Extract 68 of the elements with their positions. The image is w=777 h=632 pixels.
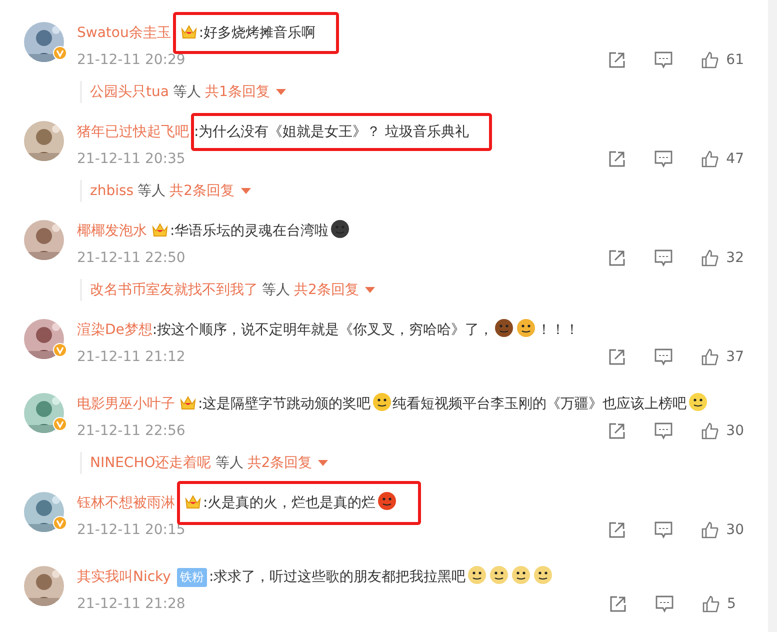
reply-others: 等人 bbox=[138, 182, 166, 200]
reply-user[interactable]: 公园头只tua bbox=[90, 83, 169, 101]
comment-time: 21-12-11 22:50 bbox=[77, 250, 186, 266]
share-icon[interactable] bbox=[608, 348, 626, 366]
user-name[interactable]: Swatou余圭玉 bbox=[77, 24, 171, 42]
share-icon[interactable] bbox=[608, 51, 626, 69]
comment-time: 21-12-11 21:12 bbox=[77, 349, 186, 365]
comment-text: :为什么没有《姐就是女王》？ 垃圾音乐典礼 bbox=[194, 123, 470, 141]
like-icon[interactable] bbox=[702, 595, 720, 613]
comment-text: :华语乐坛的灵魂在台湾啦 bbox=[170, 222, 329, 240]
comment-text: 纯看短视频平台李玉刚的《万疆》也应该上榜吧 bbox=[392, 395, 687, 413]
comment-text: ！！！ bbox=[537, 321, 580, 339]
comment-text: :好多烧烤摊音乐啊 bbox=[198, 24, 316, 42]
caret-icon[interactable] bbox=[318, 460, 328, 466]
comment-text: :火是真的火，烂也是真的烂 bbox=[203, 494, 376, 512]
share-icon[interactable] bbox=[608, 150, 626, 168]
like-icon[interactable] bbox=[701, 348, 720, 366]
user-name[interactable]: 椰椰发泡水 bbox=[77, 222, 147, 240]
comment-icon[interactable] bbox=[654, 51, 674, 69]
like-icon[interactable] bbox=[701, 521, 720, 539]
reply-others: 等人 bbox=[172, 83, 201, 101]
like-icon[interactable] bbox=[701, 422, 720, 440]
comment-icon[interactable] bbox=[654, 150, 674, 168]
reply-user[interactable]: NINECHO还走着呢 bbox=[90, 454, 212, 472]
reply-count-link[interactable]: 共2条回复 bbox=[294, 281, 359, 299]
comment-text: :求求了，听过这些歌的朋友都把我拉黑吧 bbox=[208, 568, 466, 586]
like-count: 30 bbox=[726, 423, 744, 439]
comment-icon[interactable] bbox=[654, 348, 674, 366]
like-icon[interactable] bbox=[701, 150, 720, 168]
reply-count-link[interactable]: 共2条回复 bbox=[247, 454, 312, 472]
like-count: 5 bbox=[727, 596, 737, 612]
comment-text: :这是隔壁字节跳动颁的奖吧 bbox=[198, 395, 371, 413]
like-icon[interactable] bbox=[701, 249, 720, 267]
share-icon[interactable] bbox=[608, 521, 626, 539]
reply-user[interactable]: 改名书币室友就找不到我了 bbox=[90, 281, 258, 299]
share-icon[interactable] bbox=[608, 249, 626, 267]
comment-time: 21-12-11 20:15 bbox=[77, 522, 186, 538]
reply-others: 等人 bbox=[262, 281, 290, 299]
like-count: 61 bbox=[726, 52, 744, 68]
comment-icon[interactable] bbox=[655, 595, 674, 613]
reply-others: 等人 bbox=[215, 454, 244, 472]
share-icon[interactable] bbox=[608, 422, 626, 440]
caret-icon[interactable] bbox=[276, 89, 286, 95]
reply-user[interactable]: zhbiss bbox=[90, 183, 134, 199]
comment-icon[interactable] bbox=[654, 249, 674, 267]
fan-label: 铁粉 bbox=[176, 568, 207, 586]
caret-icon[interactable] bbox=[364, 287, 375, 293]
comment-text: :按这个顺序，说不定明年就是《你叉叉，穷哈哈》了， bbox=[152, 321, 494, 339]
comment-time: 21-12-11 20:35 bbox=[77, 151, 186, 167]
user-name[interactable]: 钰林不想被雨淋 bbox=[77, 494, 175, 512]
comment-icon[interactable] bbox=[654, 422, 674, 440]
user-name[interactable]: 猪年已过快起飞吧 bbox=[77, 123, 189, 141]
reply-count-link[interactable]: 共1条回复 bbox=[204, 83, 270, 101]
like-count: 32 bbox=[726, 250, 744, 266]
like-count: 37 bbox=[726, 349, 744, 365]
user-name[interactable]: 渲染De梦想 bbox=[77, 321, 152, 339]
user-name[interactable]: 其实我叫Nicky bbox=[77, 568, 171, 586]
comment-time: 21-12-11 21:28 bbox=[77, 596, 186, 612]
like-count: 47 bbox=[726, 151, 744, 167]
reply-count-link[interactable]: 共2条回复 bbox=[170, 182, 235, 200]
user-name[interactable]: 电影男巫小叶子 bbox=[77, 395, 175, 413]
like-count: 30 bbox=[726, 522, 744, 538]
comment-icon[interactable] bbox=[654, 521, 674, 539]
like-icon[interactable] bbox=[701, 51, 720, 69]
comment-time: 21-12-11 22:56 bbox=[77, 423, 186, 439]
comment-time: 21-12-11 20:29 bbox=[77, 52, 186, 68]
share-icon[interactable] bbox=[609, 595, 627, 613]
caret-icon[interactable] bbox=[240, 188, 251, 194]
